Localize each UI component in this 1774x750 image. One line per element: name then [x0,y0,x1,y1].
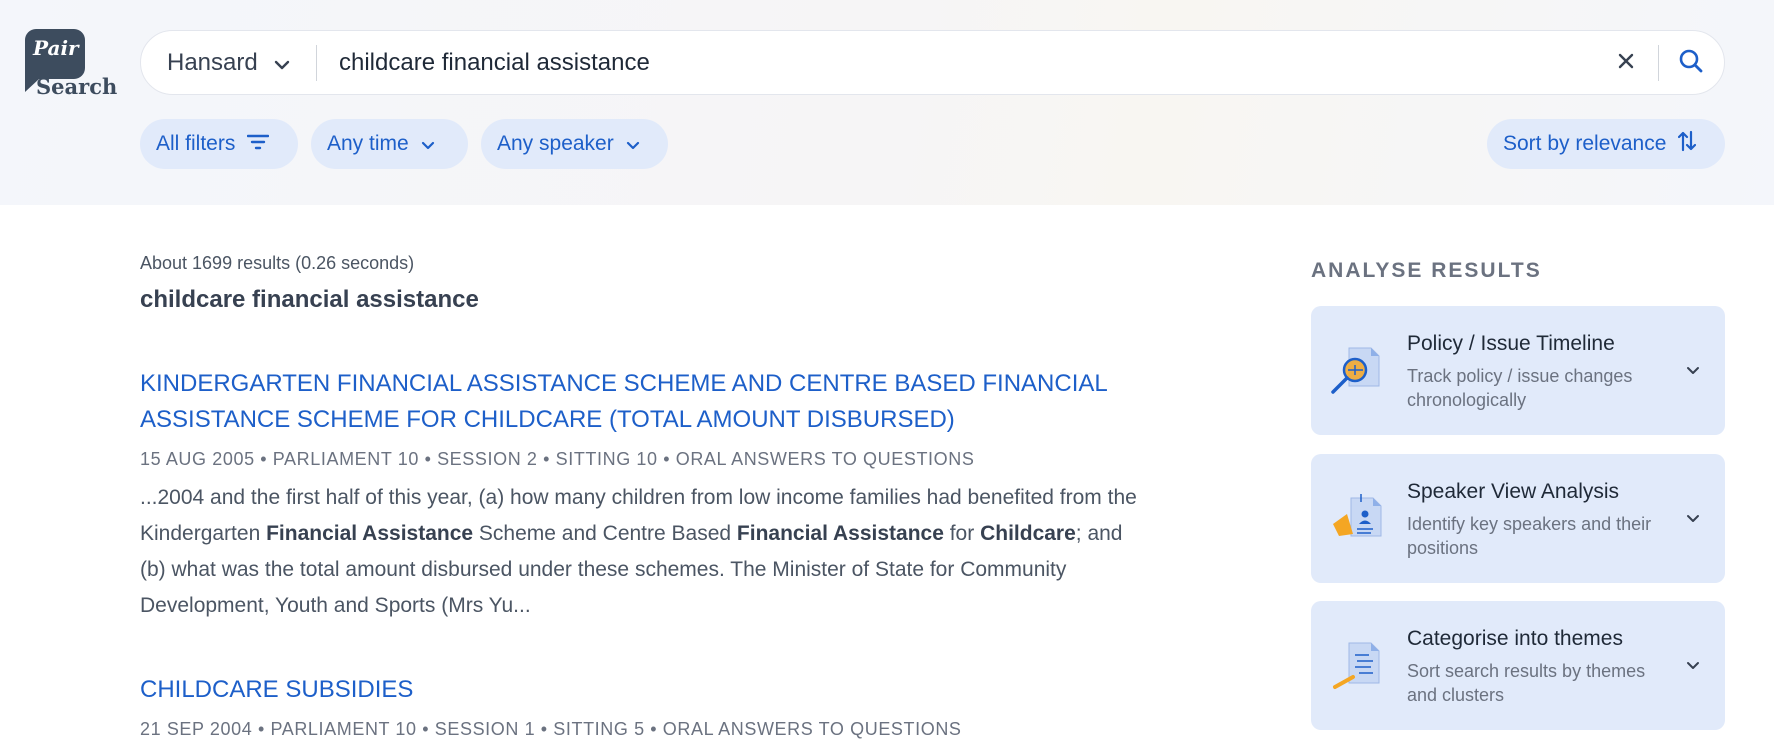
filter-icon [247,132,270,156]
snippet-highlight: Childcare [980,522,1076,545]
divider [1658,45,1659,81]
timeline-magnifier-icon [1327,342,1387,402]
time-filter-label: Any time [327,132,409,155]
speaker-megaphone-icon [1327,490,1387,550]
results-summary: About 1699 results (0.26 seconds) [140,253,415,273]
chevron-down-icon [421,132,435,156]
sort-label: Sort by relevance [1503,132,1667,155]
themes-document-icon [1327,637,1387,697]
speaker-filter-dropdown[interactable]: Any speaker [481,119,668,169]
result-info: 15 AUG 2005 • PARLIAMENT 10 • SESSION 2 … [140,449,975,469]
sort-dropdown[interactable]: Sort by relevance [1487,119,1725,169]
card-description: Sort search results by themes and cluste… [1407,661,1646,705]
card-title: Speaker View Analysis [1407,480,1620,503]
snippet-highlight: Financial Assistance [736,522,944,545]
policy-timeline-card[interactable]: Policy / Issue Timeline Track policy / i… [1311,306,1725,435]
result-snippet: ...2004 and the first half of this year,… [140,480,1140,624]
result-title-line: ASSISTANCE SCHEME FOR CHILDCARE (TOTAL A… [140,406,955,433]
snippet-text: for [943,522,981,545]
result-info: 21 SEP 2004 • PARLIAMENT 10 • SESSION 1 … [140,719,962,739]
analyse-results-heading: ANALYSE RESULTS [1311,259,1542,282]
card-title: Policy / Issue Timeline [1407,332,1615,355]
search-bar: Hansard childcare financial assistance [140,30,1725,95]
chevron-down-icon [626,132,640,156]
logo-bubble: Pair [25,29,85,92]
result-title-link[interactable]: CHILDCARE SUBSIDIES [140,672,1140,708]
time-filter-dropdown[interactable]: Any time [311,119,468,169]
logo-pair-text: Pair [33,36,79,60]
pair-search-logo[interactable]: Pair Search [24,29,118,104]
clear-search-button[interactable] [1611,48,1641,78]
source-dropdown[interactable]: Hansard [167,31,290,94]
snippet-text: Scheme and Centre Based [473,522,737,545]
results-query-heading: childcare financial assistance [140,286,479,313]
chevron-down-icon[interactable] [1686,510,1700,528]
result-title-line: CHILDCARE SUBSIDIES [140,676,414,703]
categorise-themes-card[interactable]: Categorise into themes Sort search resul… [1311,601,1725,730]
search-input[interactable]: childcare financial assistance [339,31,650,94]
result-title-line: KINDERGARTEN FINANCIAL ASSISTANCE SCHEME… [140,370,1108,397]
snippet-highlight: Financial Assistance [266,522,474,545]
all-filters-label: All filters [156,132,236,155]
result-title-link[interactable]: KINDERGARTEN FINANCIAL ASSISTANCE SCHEME… [140,366,1140,438]
card-title: Categorise into themes [1407,627,1623,650]
search-button[interactable] [1673,45,1709,81]
sort-arrows-icon [1678,130,1697,158]
chevron-down-icon[interactable] [1686,362,1700,380]
all-filters-button[interactable]: All filters [140,119,298,169]
chevron-down-icon [274,49,290,77]
card-description: Identify key speakers and their position… [1407,514,1652,558]
chevron-down-icon[interactable] [1686,657,1700,675]
source-dropdown-label: Hansard [167,48,258,76]
close-icon [1618,53,1634,74]
speaker-filter-label: Any speaker [497,132,614,155]
speaker-view-card[interactable]: Speaker View Analysis Identify key speak… [1311,454,1725,583]
logo-search-text: Search [36,74,118,99]
divider [316,45,317,81]
search-icon [1678,48,1704,79]
card-description: Track policy / issue changes chronologic… [1407,366,1633,410]
